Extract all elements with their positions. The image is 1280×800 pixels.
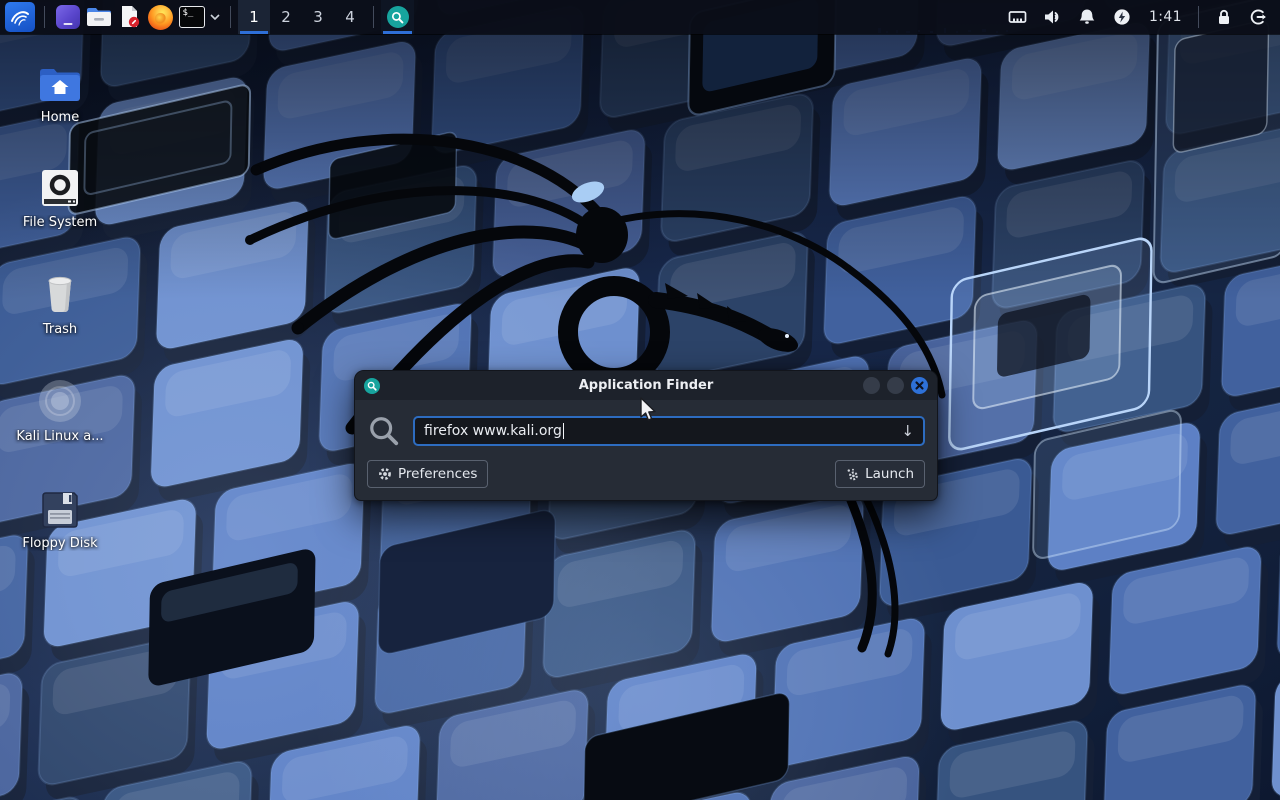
window-icon <box>56 5 80 29</box>
text-caret <box>563 423 565 439</box>
desktop-icon-label: File System <box>10 215 110 230</box>
search-input-value: firefox www.kali.org <box>424 423 562 439</box>
launch-gear-icon <box>846 468 859 481</box>
launcher-firefox[interactable] <box>145 0 176 34</box>
workspace-2-label: 2 <box>281 8 291 26</box>
window-title: Application Finder <box>355 378 937 393</box>
firefox-icon <box>148 5 173 30</box>
notifications-tray-button[interactable] <box>1070 0 1105 34</box>
kali-link-icon <box>10 374 110 424</box>
desktop-screen: { "panel": { "menu_icon": "kali-logo-ico… <box>0 0 1280 800</box>
text-editor-icon <box>118 5 142 29</box>
preferences-button[interactable]: Preferences <box>367 460 488 488</box>
lock-icon <box>1215 8 1233 26</box>
launch-button[interactable]: Launch <box>835 460 925 488</box>
power-manager-tray-button[interactable] <box>1105 0 1140 34</box>
workspace-1-label: 1 <box>249 8 259 26</box>
desktop-icon-file-system[interactable]: File System <box>10 160 110 230</box>
chevron-down-icon <box>210 14 220 20</box>
panel-separator <box>1198 6 1199 28</box>
workspace-1[interactable]: 1 <box>238 0 270 34</box>
launch-button-label: Launch <box>865 466 914 482</box>
filesystem-drive-icon <box>10 160 110 210</box>
network-tray-button[interactable] <box>1000 0 1035 34</box>
panel-separator <box>230 6 231 28</box>
clock[interactable]: 1:41 <box>1140 9 1191 25</box>
top-panel: $_ 1 2 3 4 <box>0 0 1280 34</box>
workspace-3[interactable]: 3 <box>302 0 334 34</box>
close-icon <box>915 381 924 390</box>
desktop-icon-label: Home <box>10 110 110 125</box>
terminal-icon: $_ <box>179 6 205 28</box>
application-finder-button[interactable] <box>381 0 414 34</box>
trash-icon <box>10 267 110 317</box>
launcher-text-editor[interactable] <box>114 0 145 34</box>
gear-icon <box>378 467 392 481</box>
launcher-file-manager[interactable] <box>83 0 114 34</box>
desktop-icon-home[interactable]: Home <box>10 55 110 125</box>
search-icon-large <box>367 415 401 447</box>
logout-icon <box>1249 8 1268 26</box>
panel-separator <box>44 6 45 28</box>
maximize-button[interactable] <box>887 377 904 394</box>
file-manager-icon <box>86 6 112 28</box>
search-icon <box>364 378 380 394</box>
lock-screen-button[interactable] <box>1206 0 1241 34</box>
workspace-4-label: 4 <box>345 8 355 26</box>
power-icon <box>1113 8 1131 26</box>
desktop-icon-label: Trash <box>10 322 110 337</box>
logout-button[interactable] <box>1241 0 1276 34</box>
desktop-icon-label: Kali Linux a... <box>10 429 110 444</box>
launcher-desktop[interactable] <box>52 0 83 34</box>
workspace-3-label: 3 <box>313 8 323 26</box>
launcher-terminal[interactable]: $_ <box>176 0 207 34</box>
dropdown-arrow[interactable]: ↓ <box>901 422 914 440</box>
applications-menu-button[interactable] <box>5 2 35 32</box>
volume-tray-button[interactable] <box>1035 0 1070 34</box>
volume-icon <box>1043 8 1062 26</box>
panel-separator <box>373 6 374 28</box>
desktop-icon-trash[interactable]: Trash <box>10 267 110 337</box>
search-icon <box>387 6 409 28</box>
floppy-disk-icon <box>10 481 110 531</box>
desktop-icon-label: Floppy Disk <box>10 536 110 551</box>
kali-logo-icon <box>9 6 31 28</box>
desktop-icon-kali-link[interactable]: Kali Linux a... <box>10 374 110 444</box>
network-icon <box>1008 8 1027 26</box>
application-finder-window: Application Finder firefox www.kali.org <box>354 370 938 501</box>
titlebar[interactable]: Application Finder <box>355 371 937 400</box>
workspace-4[interactable]: 4 <box>334 0 366 34</box>
terminal-dropdown-button[interactable] <box>207 0 223 34</box>
search-input[interactable]: firefox www.kali.org ↓ <box>413 416 925 446</box>
close-button[interactable] <box>911 377 928 394</box>
workspace-2[interactable]: 2 <box>270 0 302 34</box>
home-folder-icon <box>10 55 110 105</box>
minimize-button[interactable] <box>863 377 880 394</box>
preferences-button-label: Preferences <box>398 466 477 482</box>
notifications-bell-icon <box>1078 8 1096 26</box>
desktop-icon-floppy-disk[interactable]: Floppy Disk <box>10 481 110 551</box>
